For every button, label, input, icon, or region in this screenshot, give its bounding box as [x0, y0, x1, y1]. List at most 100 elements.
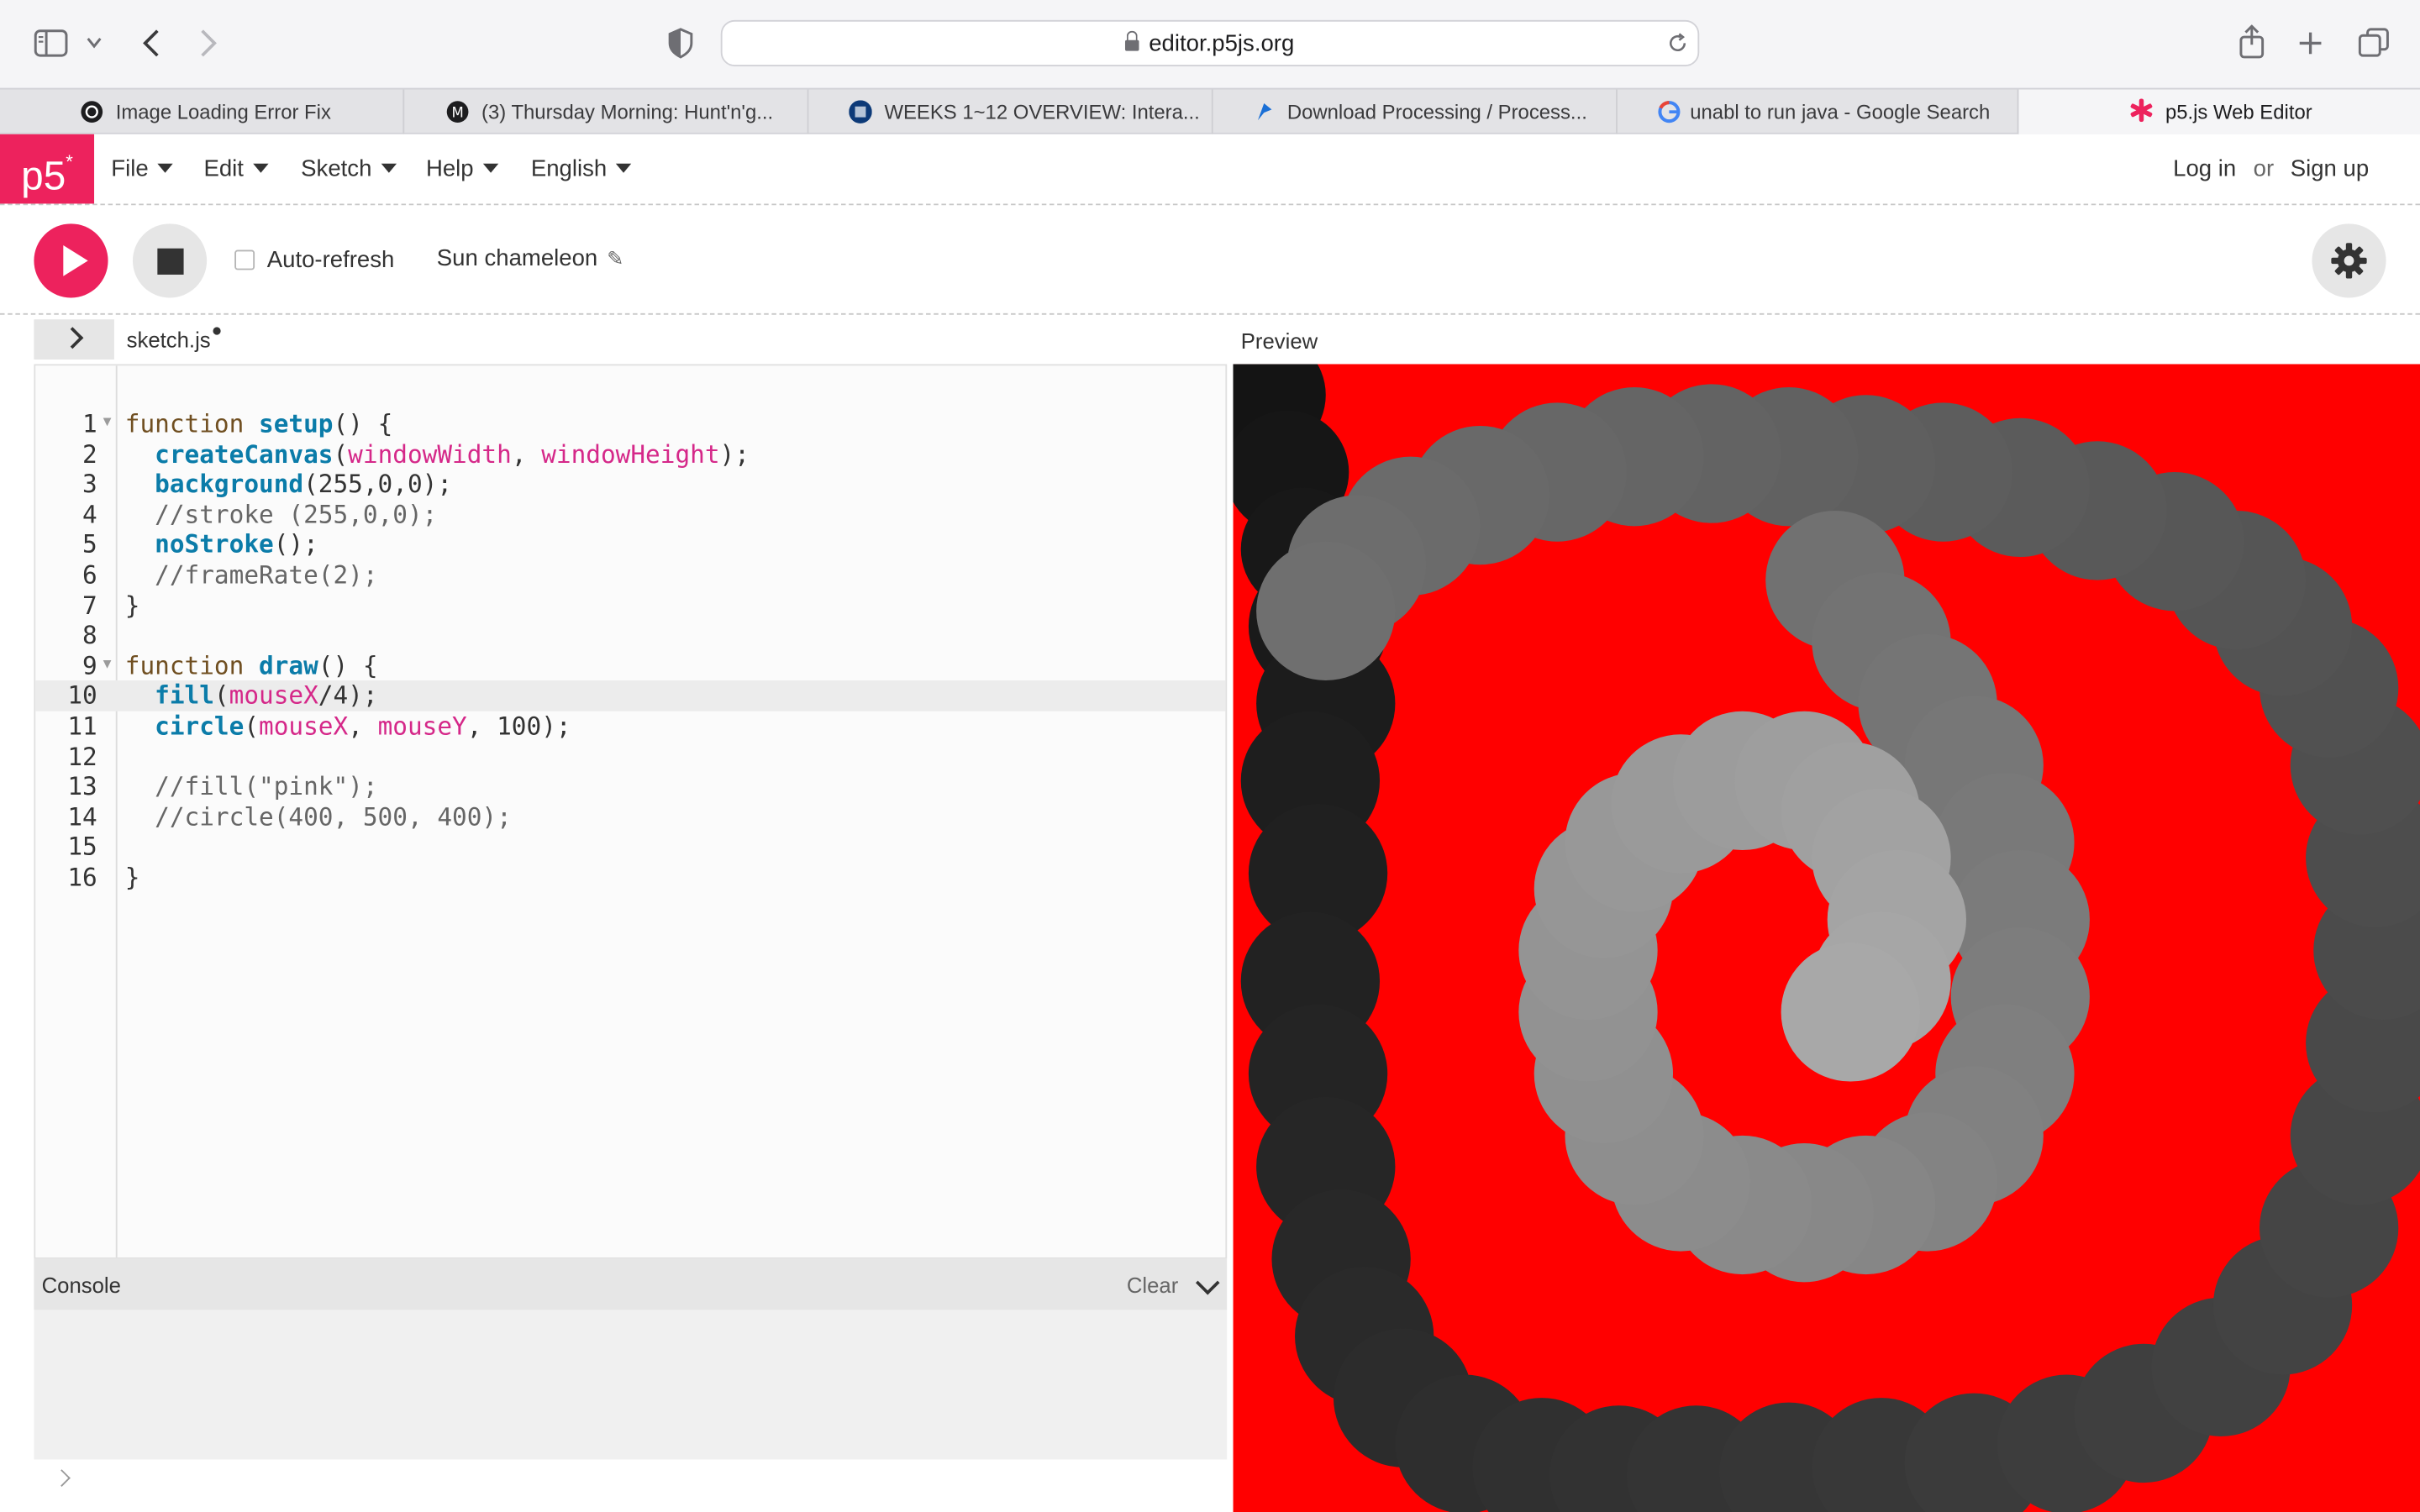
code-line[interactable]: createCanvas(windowWidth, windowHeight); [125, 439, 750, 470]
menu-language[interactable]: English [531, 156, 632, 182]
tab-label: (3) Thursday Morning: Hunt'n'g... [481, 100, 774, 123]
code-line[interactable]: //frameRate(2); [125, 560, 750, 591]
pencil-icon[interactable]: ✎ [607, 247, 623, 271]
console-title: Console [41, 1273, 121, 1298]
code-line[interactable] [125, 832, 750, 863]
address-bar[interactable]: editor.p5js.org [720, 19, 1700, 66]
settings-button[interactable] [2312, 223, 2386, 298]
browser-toolbar: editor.p5js.org [0, 0, 2420, 88]
share-icon[interactable] [2238, 24, 2265, 59]
reload-icon[interactable] [1667, 33, 1689, 55]
line-number: 8 [82, 620, 97, 650]
menu-sketch[interactable]: Sketch [301, 156, 397, 182]
line-number: 4 [82, 499, 97, 529]
lock-icon [1125, 30, 1140, 51]
menu-label: Help [425, 155, 474, 182]
browser-tab[interactable]: unabl to run java - Google Search [1618, 89, 2019, 134]
fold-arrow-icon[interactable]: ▼ [100, 413, 113, 428]
code-line[interactable] [125, 742, 750, 772]
forward-icon[interactable] [197, 28, 219, 59]
browser-tab[interactable]: WEEKS 1~12 OVERVIEW: Intera... [808, 89, 1213, 134]
logo-asterisk: * [66, 151, 73, 173]
tab-label: Download Processing / Process... [1286, 100, 1587, 123]
chevron-down-icon[interactable] [87, 37, 102, 50]
menu-help[interactable]: Help [425, 155, 499, 182]
console-header: Console Clear [34, 1258, 1228, 1310]
console-output [34, 1310, 1228, 1460]
site-icon [849, 100, 872, 123]
menu-label: Sketch [301, 155, 372, 182]
signup-link[interactable]: Sign up [2291, 156, 2369, 182]
code-line[interactable]: } [125, 863, 750, 893]
privacy-shield-icon[interactable] [668, 28, 693, 59]
line-numbers: 1 2 3 4 5 6 7 8 9 10 11 12 13 14 15 16 [35, 409, 97, 893]
line-number: 1 [82, 408, 97, 438]
tab-label: WEEKS 1~12 OVERVIEW: Intera... [884, 100, 1200, 123]
tab-label: p5.js Web Editor [2165, 100, 2312, 123]
gear-icon [2331, 243, 2367, 279]
line-number: 10 [67, 680, 97, 711]
site-icon: M [446, 101, 469, 123]
code-line[interactable]: //stroke (255,0,0); [125, 500, 750, 530]
stop-button[interactable] [132, 223, 208, 298]
browser-tab[interactable]: M (3) Thursday Morning: Hunt'n'g... [404, 89, 809, 134]
tab-bar: Image Loading Error Fix M (3) Thursday M… [0, 87, 2420, 134]
menu-edit[interactable]: Edit [203, 155, 269, 182]
line-number: 6 [82, 559, 97, 590]
chevron-down-icon [482, 163, 499, 173]
tab-overview-icon[interactable] [2358, 28, 2390, 59]
file-name: sketch.js [126, 327, 211, 352]
line-number: 12 [67, 741, 97, 771]
url-display: editor.p5js.org [723, 30, 1698, 57]
unsaved-indicator [213, 327, 222, 335]
sketch-name-text: Sun chameleon [436, 245, 598, 272]
code-line[interactable]: //circle(400, 500, 400); [125, 802, 750, 832]
console-input[interactable] [34, 1459, 1228, 1512]
chevron-down-icon[interactable] [1195, 1270, 1220, 1295]
code-line[interactable]: fill(mouseX/4); [125, 681, 750, 711]
browser-tab-active[interactable]: p5.js Web Editor [2018, 89, 2420, 134]
code-line[interactable] [125, 621, 750, 651]
code-line[interactable]: circle(mouseX, mouseY, 100); [125, 711, 750, 742]
code-line[interactable]: } [125, 591, 750, 621]
line-number: 9 [82, 650, 97, 680]
menu-file[interactable]: File [111, 155, 174, 182]
p5-logo[interactable]: p5* [0, 134, 95, 204]
code-line[interactable]: //fill("pink"); [125, 772, 750, 802]
line-number: 11 [67, 711, 97, 741]
login-link[interactable]: Log in [2173, 156, 2236, 182]
line-number: 13 [67, 771, 97, 801]
svg-text:M: M [451, 105, 463, 121]
new-tab-icon[interactable] [2298, 31, 2323, 55]
tab-label: Image Loading Error Fix [115, 100, 331, 123]
chevron-down-icon [252, 163, 269, 173]
chevron-down-icon [381, 163, 397, 173]
code-line[interactable]: function setup() { [125, 409, 750, 439]
back-icon[interactable] [140, 28, 162, 59]
menu-label: Edit [203, 155, 244, 182]
sidebar-icon[interactable] [34, 29, 68, 57]
code-line[interactable]: function draw() { [125, 651, 750, 681]
chatgpt-icon [81, 101, 103, 123]
p5-nav: p5* File Edit Sketch Help English Log in… [0, 134, 2420, 206]
menu-label: File [111, 155, 149, 182]
auto-refresh-checkbox[interactable] [234, 249, 255, 270]
play-button[interactable] [34, 223, 108, 298]
file-tab[interactable]: sketch.js [126, 327, 222, 352]
line-number: 7 [82, 590, 97, 620]
url-text: editor.p5js.org [1149, 30, 1295, 57]
sketch-preview-canvas[interactable] [1233, 364, 2420, 1512]
code-line[interactable]: background(255,0,0); [125, 470, 750, 500]
sidebar-toggle-button[interactable] [34, 319, 114, 360]
fold-arrow-icon[interactable]: ▼ [100, 656, 113, 671]
menu-label: English [530, 155, 608, 182]
code-line[interactable]: noStroke(); [125, 530, 750, 560]
browser-tab[interactable]: Image Loading Error Fix [0, 89, 405, 134]
sketch-toolbar: Auto-refresh Sun chameleon ✎ [0, 207, 2420, 315]
code-content[interactable]: function setup() { createCanvas(windowWi… [125, 409, 750, 893]
code-editor[interactable]: 1 2 3 4 5 6 7 8 9 10 11 12 13 14 15 16 ▼… [34, 364, 1228, 1259]
console-clear-button[interactable]: Clear [1127, 1273, 1178, 1297]
browser-tab[interactable]: Download Processing / Process... [1213, 89, 1618, 134]
sketch-name[interactable]: Sun chameleon ✎ [437, 245, 624, 271]
preview-label: Preview [1240, 328, 1318, 354]
